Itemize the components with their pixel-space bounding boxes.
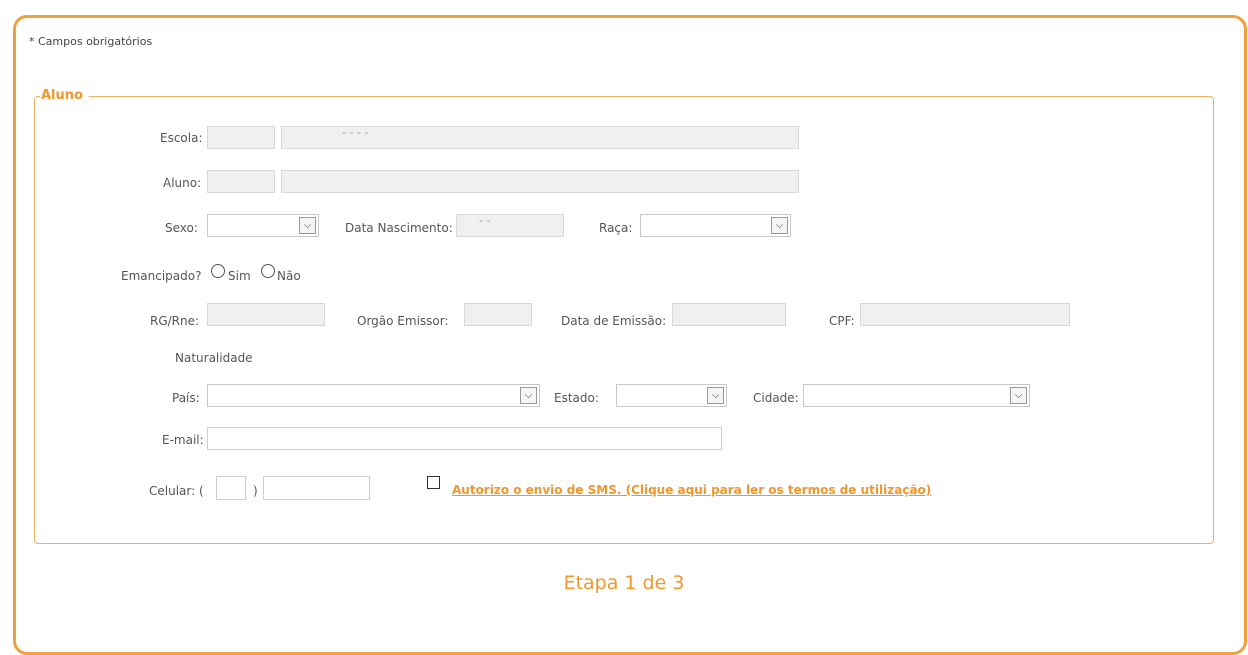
emissao-input[interactable]	[672, 303, 786, 326]
chevron-down-icon: ⌵	[520, 387, 537, 404]
cidade-select[interactable]: ⌵	[803, 384, 1030, 407]
estado-label: Estado:	[554, 391, 599, 405]
raca-label: Raça:	[599, 221, 633, 235]
emissao-label: Data de Emissão:	[561, 314, 667, 328]
naturalidade-label: Naturalidade	[175, 351, 253, 365]
aluno-label: Aluno:	[163, 176, 202, 190]
cpf-label: CPF:	[829, 314, 855, 328]
ddd-input[interactable]	[216, 476, 246, 500]
nascimento-label: Data Nascimento:	[345, 221, 453, 235]
aluno-name-input[interactable]	[281, 170, 799, 193]
nascimento-input[interactable]: - -	[456, 214, 564, 237]
celular-close-paren: )	[253, 484, 258, 498]
pais-select[interactable]: ⌵	[207, 384, 540, 407]
emancipado-label: Emancipado?	[121, 269, 202, 283]
raca-select[interactable]: ⌵	[640, 214, 791, 237]
sim-radio[interactable]	[211, 264, 225, 278]
email-input[interactable]	[207, 427, 722, 450]
celular-label: Celular: (	[149, 484, 204, 498]
step-indicator: Etapa 1 de 3	[563, 572, 685, 594]
sms-checkbox[interactable]	[427, 476, 440, 489]
sexo-label: Sexo:	[165, 221, 198, 235]
escola-label: Escola:	[160, 131, 203, 145]
chevron-down-icon: ⌵	[707, 387, 724, 404]
chevron-down-icon: ⌵	[771, 217, 788, 234]
chevron-down-icon: ⌵	[1010, 387, 1027, 404]
pais-label: País:	[172, 391, 200, 405]
sexo-select[interactable]: ⌵	[207, 214, 319, 237]
escola-name-input[interactable]: - - - -	[281, 126, 799, 149]
orgao-input[interactable]	[464, 303, 532, 326]
nao-radio[interactable]	[261, 264, 275, 278]
orgao-label: Orgão Emissor:	[357, 314, 449, 328]
cpf-input[interactable]	[860, 303, 1070, 326]
estado-select[interactable]: ⌵	[616, 384, 727, 407]
escola-code-input[interactable]	[207, 126, 275, 149]
sms-terms-link[interactable]: Autorizo o envio de SMS. (Clique aqui pa…	[452, 483, 931, 497]
section-title: Aluno	[40, 88, 89, 103]
cidade-label: Cidade:	[753, 391, 799, 405]
nao-label: Não	[277, 269, 301, 283]
chevron-down-icon: ⌵	[299, 217, 316, 234]
rg-input[interactable]	[207, 303, 325, 326]
aluno-code-input[interactable]	[207, 170, 275, 193]
required-fields-note: * Campos obrigatórios	[29, 35, 153, 48]
email-label: E-mail:	[162, 433, 204, 447]
celular-input[interactable]	[263, 476, 370, 500]
sim-label: Sim	[228, 269, 251, 283]
rg-label: RG/Rne:	[150, 314, 200, 328]
